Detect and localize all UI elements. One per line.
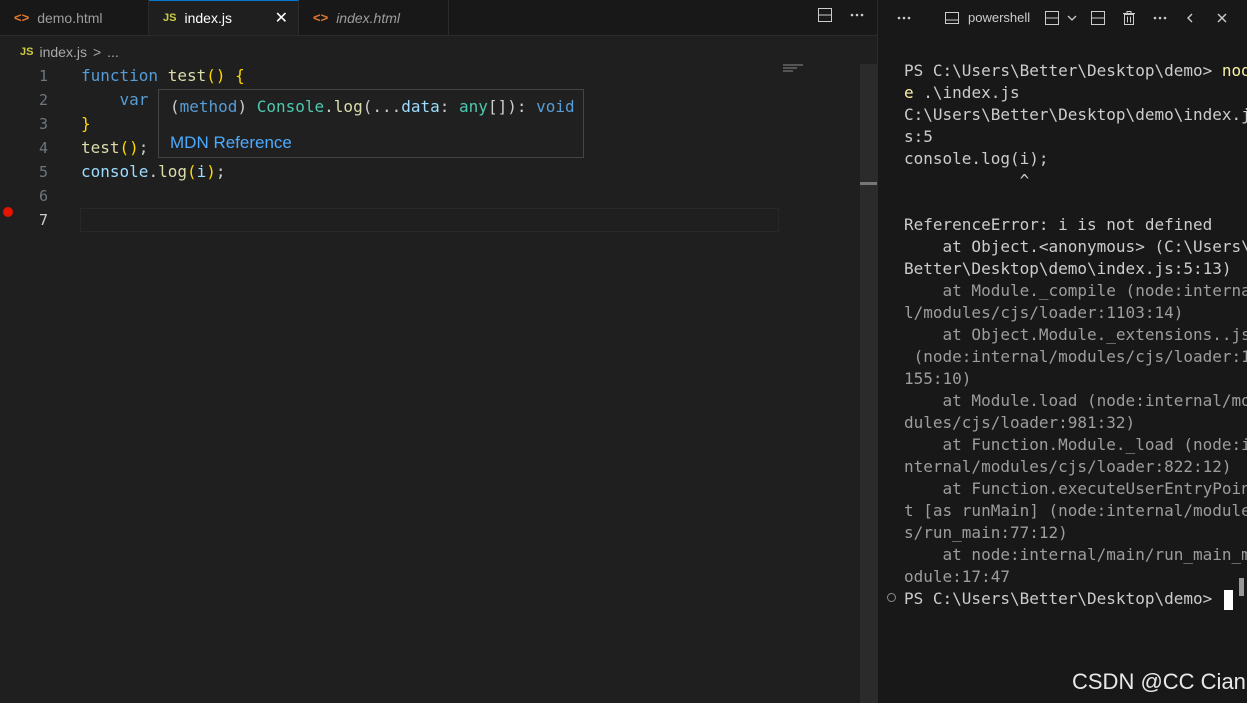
paren: ) [206, 162, 216, 181]
identifier: console [81, 162, 149, 181]
terminal-line: t [as runMain] (node:internal/module [904, 501, 1247, 520]
terminal-line: s/run_main:77:12) [904, 523, 1068, 542]
terminal-output[interactable]: PS C:\Users\Better\Desktop\demo> nod e .\… [904, 60, 1247, 610]
paren: () [206, 66, 226, 85]
html-file-icon: <> [313, 10, 329, 25]
dot: . [148, 162, 159, 181]
terminal-line: at Object.Module._extensions..js [904, 325, 1247, 344]
html-file-icon: <> [14, 10, 30, 25]
minimap[interactable] [783, 64, 803, 76]
terminal-line: s:5 [904, 127, 933, 146]
line-number: 4 [38, 139, 48, 157]
chevron-left-icon[interactable] [1184, 0, 1196, 35]
split-terminal-icon[interactable] [1044, 0, 1060, 35]
terminal-line: PS C:\Users\Better\Desktop\demo> nod [904, 61, 1247, 80]
editor-pane: <> demo.html JS index.js ✕ <> index.html… [0, 0, 877, 703]
js-file-icon: JS [20, 46, 34, 58]
watermark: CSDN @CC Cian [1072, 669, 1246, 694]
identifier: i [196, 162, 207, 181]
chevron-right-icon: > [92, 44, 102, 60]
terminal-name[interactable]: powershell [968, 0, 1030, 35]
editor-actions [815, 0, 867, 35]
terminal-icon [944, 0, 960, 35]
terminal-line: 155:10) [904, 369, 972, 388]
function-name: test [167, 66, 207, 85]
terminal-line: at Module._compile (node:interna [904, 281, 1247, 300]
terminal-line: C:\Users\Better\Desktop\demo\index.j [904, 105, 1247, 124]
trash-icon[interactable] [1121, 0, 1137, 35]
semicolon: ; [215, 162, 226, 181]
editor-scrollbar[interactable] [860, 64, 877, 703]
keyword: function [81, 66, 159, 85]
terminal-line: ^ [904, 171, 1030, 190]
close-icon[interactable]: ✕ [275, 8, 288, 28]
breadcrumb: JS index.js > ... [20, 42, 119, 62]
terminal-line: (node:internal/modules/cjs/loader:1 [904, 347, 1247, 366]
brace: } [81, 114, 91, 133]
tab-demo-html[interactable]: <> demo.html [0, 0, 149, 35]
terminal-line: odule:17:47 [904, 567, 1010, 586]
line-number: 1 [38, 67, 48, 85]
layout-icon[interactable] [1090, 0, 1106, 35]
more-actions-icon[interactable] [1152, 0, 1168, 35]
line-number: 3 [38, 115, 48, 133]
line-number: 7 [38, 211, 48, 229]
terminal-line: l/modules/cjs/loader:1103:14) [904, 303, 1184, 322]
tab-index-html[interactable]: <> index.html [299, 0, 449, 35]
tab-index-js[interactable]: JS index.js ✕ [149, 0, 299, 35]
terminal-line: nternal/modules/cjs/loader:822:12) [904, 457, 1232, 476]
paren: ( [186, 162, 197, 181]
terminal-line: at Object.<anonymous> (C:\Users\ [904, 237, 1247, 256]
breadcrumb-more[interactable]: ... [107, 44, 119, 60]
code-line: 5 console.log(i); [0, 160, 860, 184]
code-line: 6 [0, 184, 860, 208]
line-number: 6 [38, 187, 48, 205]
terminal-line: Better\Desktop\demo\index.js:5:13) [904, 259, 1232, 278]
terminal-scrollbar[interactable] [1239, 578, 1244, 596]
editor-tab-bar: <> demo.html JS index.js ✕ <> index.html [0, 0, 877, 36]
method-signature: (method) Console.log(...data: any[]): vo… [170, 97, 575, 116]
more-actions-icon[interactable] [896, 0, 912, 35]
more-actions-icon[interactable] [847, 7, 867, 28]
line-number: 2 [38, 91, 48, 109]
function-name: test [81, 138, 120, 157]
command-decoration-icon[interactable] [887, 593, 896, 602]
terminal-line: e .\index.js [904, 83, 1020, 102]
terminal-panel: powershell PS C:\Users\Better\Desktop\de… [877, 0, 1247, 703]
tab-label: index.html [336, 9, 400, 26]
terminal-line: at Module.load (node:internal/mo [904, 391, 1247, 410]
line-number: 5 [38, 163, 48, 181]
terminal-line: console.log(i); [904, 149, 1049, 168]
js-file-icon: JS [163, 12, 177, 24]
brace: { [235, 66, 245, 85]
hover-tooltip: (method) Console.log(...data: any[]): vo… [158, 89, 584, 158]
semicolon: ; [138, 138, 149, 157]
terminal-header: powershell [878, 0, 1247, 35]
code-line: 1 function test() { [0, 64, 860, 88]
tab-label: demo.html [37, 9, 103, 26]
mdn-reference-link[interactable]: MDN Reference [170, 133, 292, 153]
terminal-line: ReferenceError: i is not defined [904, 215, 1213, 234]
code-line: 7 [0, 208, 860, 232]
terminal-line: at Function.Module._load (node:i [904, 435, 1247, 454]
code-area[interactable]: 1 function test() { 2 var 3 } 4 test(); … [0, 64, 860, 703]
terminal-line: dules/cjs/loader:981:32) [904, 413, 1136, 432]
terminal-line: at node:internal/main/run_main_m [904, 545, 1247, 564]
function-name: log [158, 162, 187, 181]
tab-label: index.js [184, 10, 232, 26]
scroll-position-marker [860, 182, 877, 185]
terminal-prompt[interactable]: PS C:\Users\Better\Desktop\demo> [904, 588, 1244, 610]
keyword: var [119, 90, 149, 109]
paren: () [119, 138, 139, 157]
breadcrumb-file[interactable]: index.js [39, 44, 86, 60]
split-editor-icon[interactable] [815, 7, 835, 28]
terminal-cursor [1223, 589, 1233, 610]
terminal-line: at Function.executeUserEntryPoin [904, 479, 1247, 498]
close-icon[interactable] [1216, 0, 1228, 35]
chevron-down-icon[interactable] [1066, 0, 1078, 35]
